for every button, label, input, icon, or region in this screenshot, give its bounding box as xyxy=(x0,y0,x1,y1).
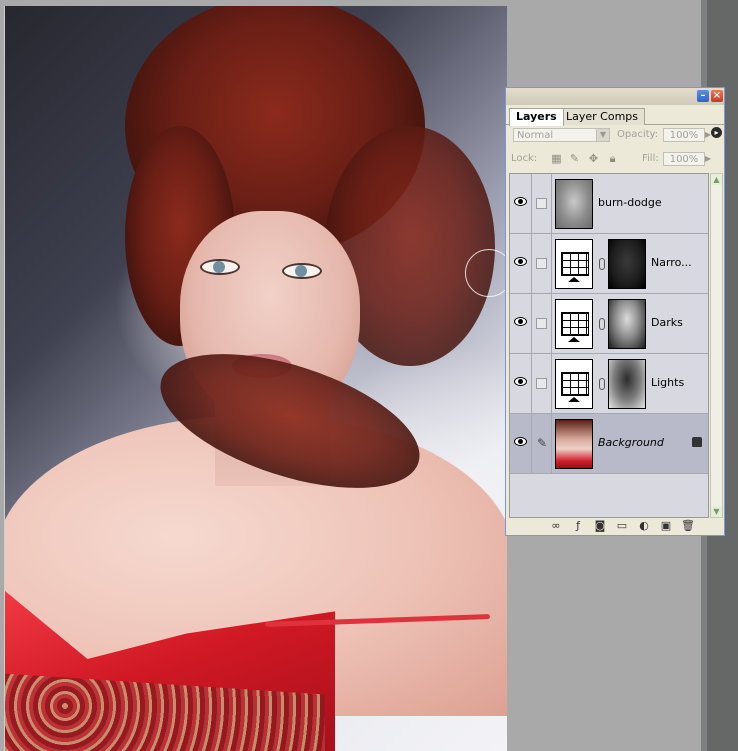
layer-row[interactable]: burn-dodge xyxy=(510,174,708,234)
palette-titlebar[interactable]: – × xyxy=(506,88,724,105)
visibility-toggle[interactable] xyxy=(510,414,532,474)
brush-cursor-icon xyxy=(465,249,507,297)
layer-row[interactable]: Darks xyxy=(510,294,708,354)
visibility-toggle[interactable] xyxy=(510,174,532,234)
document-canvas[interactable] xyxy=(4,6,507,751)
layers-palette: – × Layers Layer Comps ▸ Normal ▼ Opacit… xyxy=(505,87,725,536)
layer-link-cell[interactable] xyxy=(532,354,552,414)
lock-icon xyxy=(692,437,702,447)
layer-link-cell[interactable] xyxy=(532,294,552,354)
lock-all-icon[interactable]: 🔒︎ xyxy=(606,152,619,165)
layer-row[interactable]: Lights xyxy=(510,354,708,414)
minimize-button[interactable]: – xyxy=(697,90,709,102)
mask-link-icon[interactable] xyxy=(599,258,605,270)
lock-label: Lock: xyxy=(511,153,538,164)
palette-bottom-bar: ∞ ƒ ◙ ▭ ◐ ▣ 🗑︎ xyxy=(509,520,721,534)
layer-link-cell[interactable] xyxy=(532,234,552,294)
opacity-field[interactable]: 100% xyxy=(663,128,705,142)
curves-thumbnail xyxy=(555,359,593,409)
link-layers-icon[interactable]: ∞ xyxy=(549,520,563,532)
layer-thumbnail xyxy=(555,419,593,469)
eye-icon xyxy=(514,317,527,326)
trash-icon[interactable]: 🗑︎ xyxy=(681,520,695,532)
new-layer-icon[interactable]: ▣ xyxy=(659,520,673,532)
layer-name[interactable]: Background xyxy=(598,436,664,449)
mask-link-icon[interactable] xyxy=(599,318,605,330)
photo-eye-right xyxy=(282,263,322,279)
layer-name[interactable]: Darks xyxy=(651,316,683,329)
fill-slider-icon[interactable]: ▶ xyxy=(703,152,713,166)
visibility-toggle[interactable] xyxy=(510,294,532,354)
layers-scrollbar[interactable]: ▲ ▼ xyxy=(710,173,723,518)
fill-label: Fill: xyxy=(642,153,659,164)
layer-link-cell[interactable] xyxy=(532,174,552,234)
eye-icon xyxy=(514,257,527,266)
lock-fill-row: Lock: ▦ ✎ ✥ 🔒︎ Fill: 100% ▶ xyxy=(510,152,722,168)
scroll-up-icon[interactable]: ▲ xyxy=(711,174,722,185)
fill-field[interactable]: 100% xyxy=(663,152,705,166)
lock-transparent-icon[interactable]: ▦ xyxy=(550,152,563,165)
opacity-label: Opacity: xyxy=(617,129,659,140)
opacity-slider-icon[interactable]: ▶ xyxy=(703,128,713,142)
mask-thumbnail xyxy=(608,299,646,349)
eye-icon xyxy=(514,197,527,206)
photo-eye-left xyxy=(200,259,240,275)
layer-name[interactable]: burn-dodge xyxy=(598,196,662,209)
layer-row[interactable]: ✎ Background xyxy=(510,414,708,474)
palette-tabs: Layers Layer Comps ▸ xyxy=(506,106,724,138)
tab-layer-comps[interactable]: Layer Comps xyxy=(559,108,646,125)
layer-name[interactable]: Lights xyxy=(651,376,684,389)
scroll-down-icon[interactable]: ▼ xyxy=(711,506,722,517)
eye-icon xyxy=(514,437,527,446)
mask-thumbnail xyxy=(608,239,646,289)
lock-position-icon[interactable]: ✥ xyxy=(587,152,600,165)
adjustment-layer-icon[interactable]: ◐ xyxy=(637,520,651,532)
tab-layers[interactable]: Layers xyxy=(509,108,564,126)
new-group-icon[interactable]: ▭ xyxy=(615,520,629,532)
layer-row[interactable]: Narro... xyxy=(510,234,708,294)
eye-icon xyxy=(514,377,527,386)
chevron-down-icon[interactable]: ▼ xyxy=(596,128,610,142)
paintbrush-icon: ✎ xyxy=(537,436,548,450)
mask-link-icon[interactable] xyxy=(599,378,605,390)
add-mask-icon[interactable]: ◙ xyxy=(593,520,607,532)
layer-link-cell[interactable]: ✎ xyxy=(532,414,552,474)
mask-thumbnail xyxy=(608,359,646,409)
layers-list: burn-dodge Narro... Darks Lights ✎ Backg… xyxy=(509,173,709,518)
layer-style-icon[interactable]: ƒ xyxy=(571,520,585,532)
visibility-toggle[interactable] xyxy=(510,354,532,414)
blend-opacity-row: Normal ▼ Opacity: 100% ▶ xyxy=(510,128,722,144)
curves-thumbnail xyxy=(555,299,593,349)
layer-thumbnail xyxy=(555,179,593,229)
close-button[interactable]: × xyxy=(711,90,723,102)
curves-thumbnail xyxy=(555,239,593,289)
layer-name[interactable]: Narro... xyxy=(651,256,692,269)
lock-pixels-icon[interactable]: ✎ xyxy=(568,152,581,165)
visibility-toggle[interactable] xyxy=(510,234,532,294)
